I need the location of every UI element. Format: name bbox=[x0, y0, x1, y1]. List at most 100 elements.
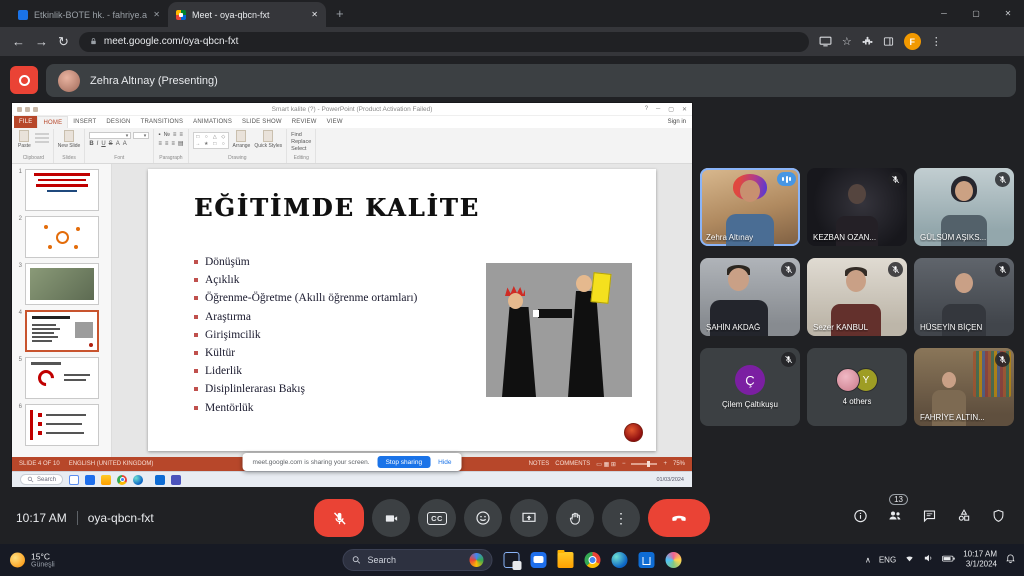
ppt-tab-slideshow[interactable]: SLIDE SHOW bbox=[237, 116, 287, 128]
present-button[interactable] bbox=[510, 499, 548, 537]
language-indicator[interactable]: ENGLISH (UNITED KINGDOM) bbox=[69, 461, 154, 467]
ppt-tab-transitions[interactable]: TRANSITIONS bbox=[136, 116, 189, 128]
browser-tab-meet[interactable]: Meet - oya-qbcn-fxt ✕ bbox=[168, 2, 326, 27]
slide-thumbnail-5[interactable]: 5 bbox=[15, 357, 106, 399]
edge-icon[interactable] bbox=[612, 552, 628, 568]
ppt-tab-home[interactable]: HOME bbox=[37, 116, 68, 128]
store-icon[interactable] bbox=[155, 475, 165, 485]
participant-tile-kezban[interactable]: KEZBAN OZAN... bbox=[807, 168, 907, 246]
more-options-button[interactable]: ⋮ bbox=[602, 499, 640, 537]
participant-tile-sahin[interactable]: ŞAHİN AKDAĞ bbox=[700, 258, 800, 336]
current-slide[interactable]: EĞİTİMDE KALİTE Dönüşüm Açıklık Öğrenme-… bbox=[148, 169, 656, 451]
find-button[interactable]: Find bbox=[291, 132, 311, 138]
ppt-tab-animations[interactable]: ANIMATIONS bbox=[188, 116, 237, 128]
tab-close-icon[interactable]: ✕ bbox=[153, 10, 160, 19]
raise-hand-button[interactable] bbox=[556, 499, 594, 537]
tab-close-icon[interactable]: ✕ bbox=[311, 10, 318, 19]
quick-styles-button[interactable]: Quick Styles bbox=[254, 130, 282, 149]
participant-tile-others[interactable]: Y 4 others bbox=[807, 348, 907, 426]
camera-button[interactable] bbox=[372, 499, 410, 537]
reload-button[interactable]: ↻ bbox=[58, 35, 69, 48]
slide-thumbnail-1[interactable]: 1 bbox=[15, 169, 106, 211]
participant-tile-sezer[interactable]: Sezer KANBUL bbox=[807, 258, 907, 336]
mic-mute-button[interactable] bbox=[314, 499, 364, 537]
edge-icon[interactable] bbox=[133, 475, 143, 485]
shared-search-box[interactable]: Search bbox=[20, 474, 63, 485]
list-buttons[interactable]: ▪№≡≡ bbox=[158, 132, 183, 138]
side-panel-icon[interactable] bbox=[883, 36, 894, 47]
slide-thumbnail-3[interactable]: 3 bbox=[15, 263, 106, 305]
microsoft-store-icon[interactable] bbox=[639, 552, 655, 568]
participant-tile-gulsum[interactable]: GÜLSÜM AŞIKS... bbox=[914, 168, 1014, 246]
view-buttons[interactable]: ▭ ▦ ⊞ bbox=[596, 461, 616, 468]
window-minimize-button[interactable]: ─ bbox=[928, 0, 960, 26]
teams-chat-icon[interactable] bbox=[531, 552, 547, 568]
chrome-icon[interactable] bbox=[117, 475, 127, 485]
stop-sharing-button[interactable]: Stop sharing bbox=[378, 456, 431, 468]
task-view-icon[interactable] bbox=[69, 475, 79, 485]
profile-avatar[interactable]: F bbox=[904, 33, 921, 50]
chat-panel-icon[interactable] bbox=[922, 508, 937, 528]
ppt-tab-review[interactable]: REVIEW bbox=[287, 116, 322, 128]
paste-button[interactable]: Paste bbox=[18, 130, 31, 149]
ppt-sign-in[interactable]: Sign in bbox=[668, 116, 692, 128]
participant-tile-huseyin[interactable]: HÜSEYİN BİÇEN bbox=[914, 258, 1014, 336]
ppt-window-controls[interactable]: ?─▢✕ bbox=[645, 106, 687, 113]
chrome-icon[interactable] bbox=[585, 552, 601, 568]
replace-button[interactable]: Replace bbox=[291, 139, 311, 145]
photos-icon[interactable] bbox=[666, 552, 682, 568]
bookmark-star-icon[interactable]: ☆ bbox=[842, 35, 852, 48]
taskbar-search-box[interactable]: Search bbox=[343, 549, 493, 571]
tray-expand-icon[interactable]: ∧ bbox=[865, 556, 871, 565]
quick-access-toolbar[interactable] bbox=[17, 107, 38, 112]
file-explorer-icon[interactable] bbox=[101, 475, 111, 485]
shapes-gallery[interactable]: □○△◇→★□○ bbox=[193, 132, 229, 149]
wifi-icon[interactable] bbox=[904, 551, 915, 569]
people-panel-icon[interactable] bbox=[887, 508, 903, 529]
clock-widget[interactable]: 10:17 AM 3/1/2024 bbox=[963, 550, 997, 571]
ppt-tab-insert[interactable]: INSERT bbox=[68, 116, 101, 128]
teams-icon[interactable] bbox=[171, 475, 181, 485]
font-size-combo[interactable]: ▾ bbox=[133, 132, 149, 139]
battery-icon[interactable] bbox=[942, 551, 955, 569]
ppt-tab-file[interactable]: FILE bbox=[14, 116, 37, 128]
browser-menu-icon[interactable]: ⋮ bbox=[931, 35, 942, 48]
participant-tile-cilem[interactable]: Ç Çilem Çaltıkuşu bbox=[700, 348, 800, 426]
align-buttons[interactable]: ≡≡≡▤ bbox=[158, 140, 183, 147]
slide-thumbnail-4-selected[interactable]: 4 bbox=[15, 310, 106, 352]
host-controls-icon[interactable] bbox=[991, 508, 1006, 528]
font-format-buttons[interactable]: BIUSAA bbox=[89, 141, 149, 147]
notification-bell-icon[interactable] bbox=[1005, 551, 1016, 569]
captions-button[interactable]: CC bbox=[418, 499, 456, 537]
reactions-button[interactable] bbox=[464, 499, 502, 537]
activities-icon[interactable] bbox=[956, 508, 972, 529]
task-view-icon[interactable] bbox=[504, 552, 520, 568]
slide-thumbnail-2[interactable]: 2 bbox=[15, 216, 106, 258]
file-explorer-icon[interactable] bbox=[558, 552, 574, 568]
browser-tab-mail[interactable]: Etkinlik-BOTE hk. - fahriye.altina... ✕ bbox=[10, 2, 168, 27]
comments-button[interactable]: COMMENTS bbox=[555, 461, 590, 467]
slide-thumbnail-6[interactable]: 6 bbox=[15, 404, 106, 446]
window-close-button[interactable]: ✕ bbox=[992, 0, 1024, 26]
participant-tile-zehra[interactable]: Zehra Altınay bbox=[700, 168, 800, 246]
back-button[interactable]: ← bbox=[12, 35, 25, 48]
font-name-combo[interactable]: ▾ bbox=[89, 132, 131, 139]
address-bar[interactable]: meet.google.com/oya-qbcn-fxt bbox=[79, 32, 809, 52]
zoom-slider[interactable] bbox=[631, 463, 657, 465]
ppt-tab-design[interactable]: DESIGN bbox=[101, 116, 135, 128]
extensions-icon[interactable] bbox=[862, 36, 873, 47]
notes-button[interactable]: NOTES bbox=[529, 461, 550, 467]
leave-call-button[interactable] bbox=[648, 499, 710, 537]
hide-button[interactable]: Hide bbox=[438, 459, 451, 466]
forward-button[interactable]: → bbox=[35, 35, 48, 48]
new-tab-button[interactable]: + bbox=[336, 6, 344, 21]
window-maximize-button[interactable]: ▢ bbox=[960, 0, 992, 26]
clipboard-small-buttons[interactable] bbox=[35, 130, 49, 143]
volume-icon[interactable] bbox=[923, 551, 934, 569]
new-slide-button[interactable]: New Slide bbox=[58, 130, 81, 149]
ppt-tab-view[interactable]: VIEW bbox=[322, 116, 348, 128]
participant-tile-fahriye[interactable]: FAHRİYE ALTIN... bbox=[914, 348, 1014, 426]
cast-icon[interactable] bbox=[819, 36, 832, 47]
meeting-info-icon[interactable] bbox=[853, 508, 868, 528]
zoom-in-button[interactable]: + bbox=[663, 461, 667, 467]
